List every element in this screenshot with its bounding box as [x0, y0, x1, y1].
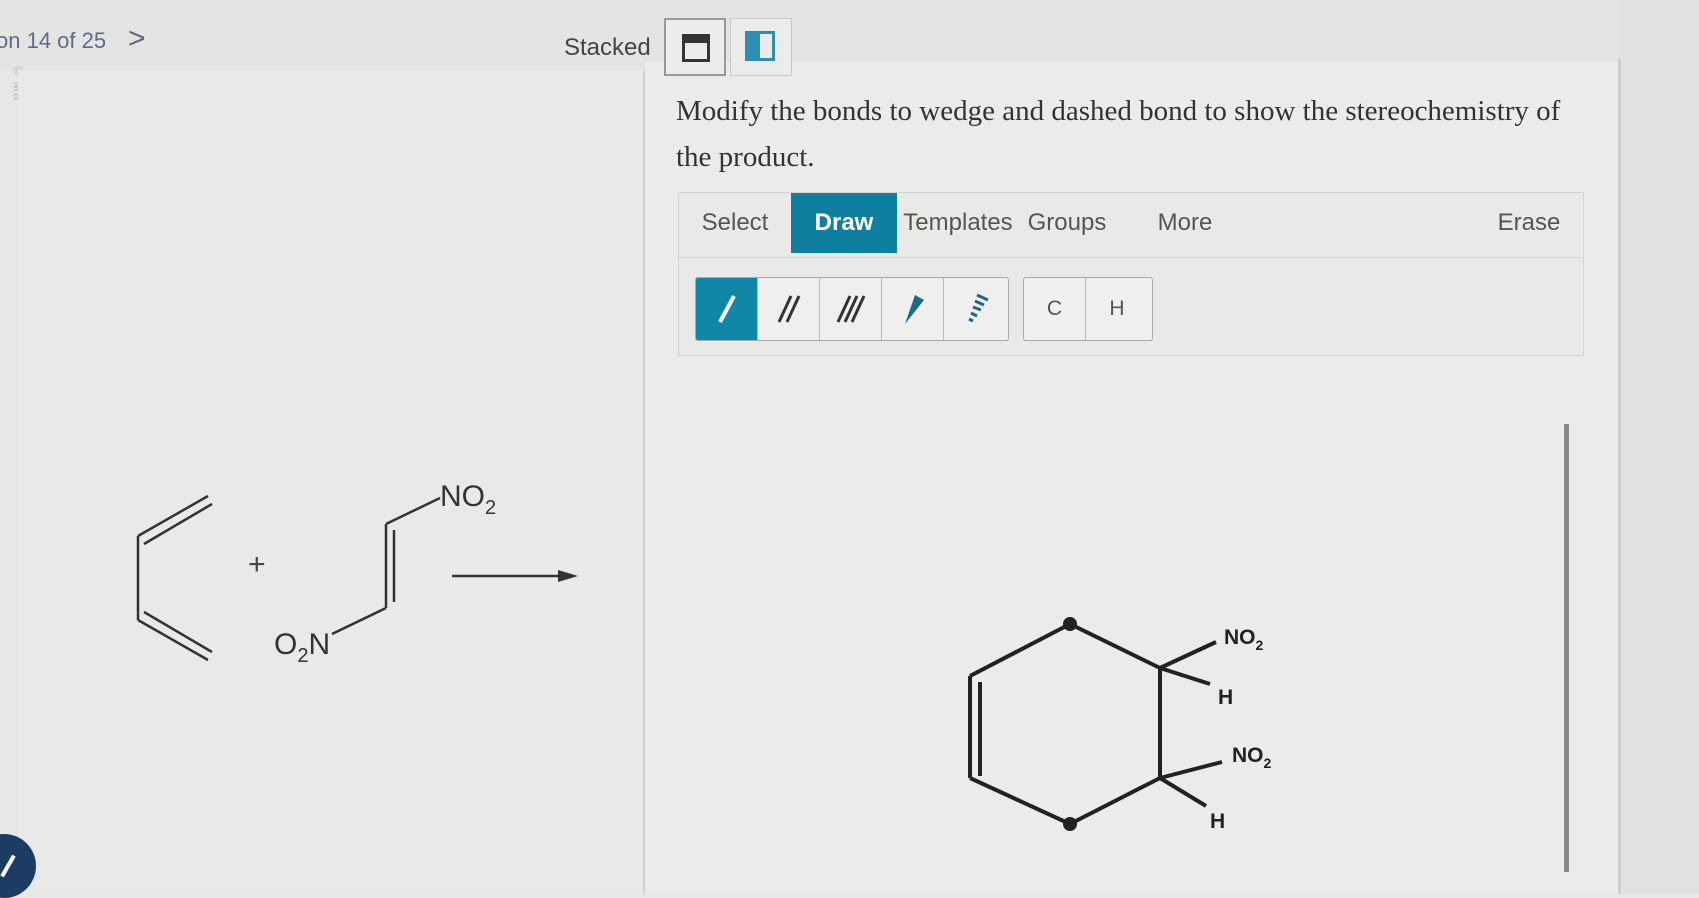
nitro-label-left: O2N [274, 628, 330, 667]
cyclohexene-ring [968, 622, 1223, 826]
plus-sign: + [248, 548, 266, 581]
tab-templates[interactable]: Templates [901, 193, 1015, 253]
tab-erase[interactable]: Erase [1489, 193, 1569, 253]
tab-more[interactable]: More [1145, 193, 1225, 253]
single-bond-icon [717, 295, 736, 323]
double-bond-icon [777, 295, 800, 323]
product-hydrogen-label-2: H [1210, 810, 1225, 833]
side-by-side-view-button[interactable] [730, 18, 792, 76]
atom-dot-top[interactable] [1063, 617, 1077, 631]
view-mode-label: Stacked [564, 34, 651, 61]
toolbar-tabs: Select Draw Templates Groups More Erase [679, 193, 1583, 258]
butadiene-structure [136, 494, 213, 662]
product-nitro-label-2: NO2 [1232, 744, 1272, 771]
bond-tools [695, 277, 1009, 341]
hydrogen-atom-tool[interactable]: H [1086, 278, 1148, 340]
question-counter: on 14 of 25 [0, 28, 107, 53]
carbon-atom-tool[interactable]: C [1024, 278, 1086, 340]
atom-dot-bottom[interactable] [1063, 817, 1077, 831]
nitro-label-top: NO2 [440, 480, 496, 519]
top-bar [0, 0, 1699, 70]
wedge-bond-icon [904, 295, 924, 324]
tab-draw[interactable]: Draw [791, 193, 897, 253]
reaction-arrow-icon [452, 570, 578, 582]
dash-bond-icon [968, 293, 989, 323]
triple-bond-tool[interactable] [820, 278, 882, 340]
help-icon [0, 854, 16, 878]
page-margin [1621, 0, 1699, 894]
dash-bond-tool[interactable] [944, 278, 1006, 340]
product-structure[interactable]: NO2 H NO2 H [960, 600, 1280, 840]
product-hydrogen-label-1: H [1218, 686, 1233, 709]
atom-tools: C H [1023, 277, 1153, 341]
question-instructions: Modify the bonds to wedge and dashed bon… [676, 95, 1561, 173]
drawing-toolbar: Select Draw Templates Groups More Erase [678, 192, 1584, 356]
reaction-scheme: + NO2 O2N [136, 480, 578, 667]
triple-bond-icon [836, 295, 865, 323]
wedge-bond-tool[interactable] [882, 278, 944, 340]
single-bond-tool[interactable] [696, 278, 758, 340]
tab-groups[interactable]: Groups [1019, 193, 1115, 253]
next-question-icon[interactable]: > [128, 24, 146, 54]
product-nitro-label-1: NO2 [1224, 626, 1264, 653]
stacked-view-button[interactable] [664, 18, 726, 76]
stacked-view-icon [682, 34, 710, 62]
canvas-scrollbar[interactable] [1564, 424, 1569, 872]
dinitroethene-structure [331, 496, 441, 636]
side-by-side-view-icon [745, 31, 775, 61]
tab-select[interactable]: Select [685, 193, 785, 253]
double-bond-tool[interactable] [758, 278, 820, 340]
